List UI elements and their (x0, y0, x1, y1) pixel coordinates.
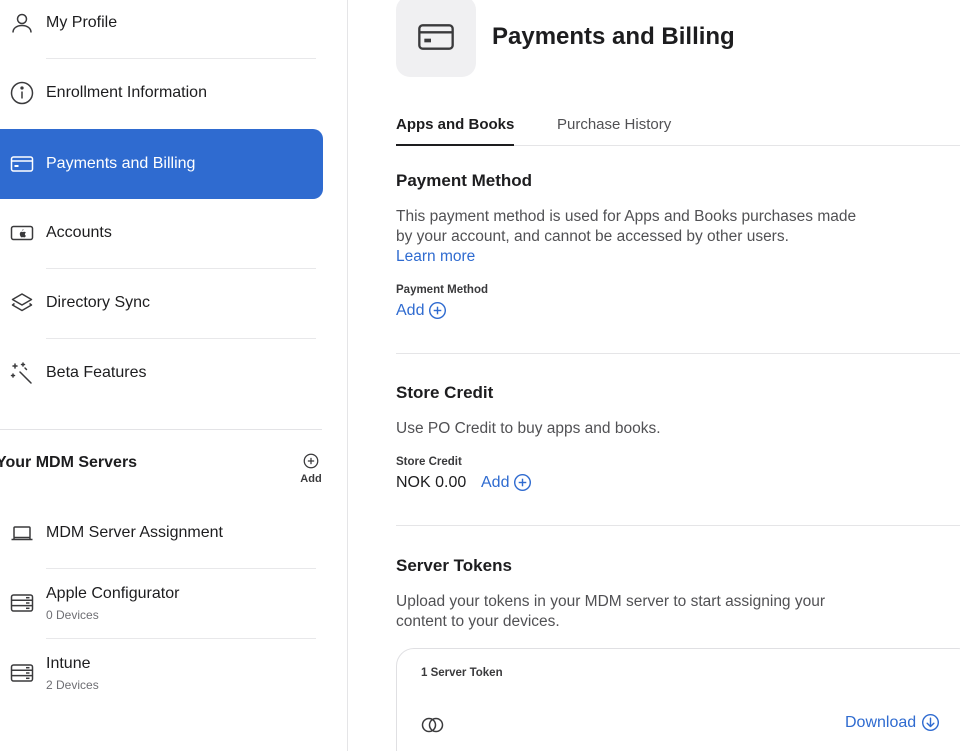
sidebar-item-payments-and-billing[interactable]: Payments and Billing (0, 129, 323, 199)
server-icon (9, 660, 35, 686)
server-tokens-description: Upload your tokens in your MDM server to… (396, 593, 826, 630)
sidebar-item-beta-features[interactable]: Beta Features (0, 338, 323, 408)
sidebar-item-enrollment-information[interactable]: Enrollment Information (0, 58, 323, 128)
sidebar-item-mdm-server-assignment[interactable]: MDM Server Assignment (0, 498, 323, 568)
plus-circle-icon (429, 301, 447, 320)
page-title: Payments and Billing (492, 23, 735, 50)
sidebar-item-accounts[interactable]: Accounts (0, 198, 323, 268)
description-text: This payment method is used for Apps and… (396, 208, 857, 245)
sidebar-item-label: MDM Server Assignment (46, 524, 223, 541)
sidebar-item-label: Accounts (46, 224, 112, 241)
download-label: Download (845, 713, 917, 731)
laptop-icon (9, 520, 35, 546)
server-tokens-heading: Server Tokens (396, 556, 512, 575)
sidebar-item-intune[interactable]: Intune 2 Devices (0, 638, 323, 708)
add-payment-method-button[interactable]: Add (396, 301, 447, 320)
device-count: 0 Devices (46, 608, 99, 622)
server-token-card: 1 Server Token Download (396, 648, 960, 751)
main-content: Payments and Billing Apps and Books Purc… (348, 0, 960, 751)
store-credit-heading: Store Credit (396, 383, 494, 402)
info-icon (9, 80, 35, 106)
sidebar-item-label: Beta Features (46, 364, 147, 381)
add-label: Add (396, 301, 425, 319)
sidebar-item-apple-configurator[interactable]: Apple Configurator 0 Devices (0, 568, 323, 638)
device-count: 2 Devices (46, 678, 99, 692)
sidebar-item-label: Directory Sync (46, 294, 151, 311)
sidebar-item-my-profile[interactable]: My Profile (0, 0, 323, 58)
tab-bar: Apps and Books Purchase History (396, 106, 960, 146)
add-label: Add (481, 473, 510, 491)
add-server-label: Add (300, 473, 322, 485)
server-icon (9, 590, 35, 616)
sidebar: My Profile Enrollment Information Paymen… (0, 0, 348, 751)
magic-wand-icon (9, 360, 35, 386)
add-server-button[interactable]: Add (296, 452, 326, 485)
learn-more-link[interactable]: Learn more (396, 248, 475, 265)
person-icon (9, 10, 35, 36)
store-credit-amount: NOK 0.00 (396, 474, 467, 491)
tab-apps-and-books[interactable]: Apps and Books (396, 116, 515, 146)
download-token-button[interactable]: Download (845, 713, 940, 732)
credit-card-icon (396, 0, 476, 77)
sidebar-item-label: My Profile (46, 14, 118, 31)
store-credit-description: Use PO Credit to buy apps and books. (396, 420, 661, 437)
payment-method-field-label: Payment Method (396, 284, 489, 296)
sidebar-item-label: Payments and Billing (46, 155, 196, 172)
payment-method-heading: Payment Method (396, 171, 533, 190)
sidebar-item-label: Enrollment Information (46, 84, 207, 101)
payment-method-description: This payment method is used for Apps and… (396, 207, 876, 267)
plus-circle-icon (303, 453, 319, 469)
mdm-servers-title: Your MDM Servers (0, 454, 138, 471)
plus-circle-icon (514, 473, 532, 492)
credit-card-icon (9, 151, 35, 177)
apple-card-icon (9, 220, 35, 246)
server-token-count: 1 Server Token (421, 667, 503, 679)
section-divider (0, 429, 322, 430)
section-divider (396, 525, 960, 526)
store-credit-field-label: Store Credit (396, 456, 462, 468)
add-store-credit-button[interactable]: Add (481, 473, 532, 492)
download-circle-icon (922, 713, 940, 732)
sidebar-item-label: Apple Configurator (46, 585, 180, 602)
sidebar-item-directory-sync[interactable]: Directory Sync (0, 268, 323, 338)
section-divider (396, 353, 960, 354)
layers-icon (9, 290, 35, 316)
toggle-icon[interactable] (421, 716, 445, 734)
sidebar-item-label: Intune (46, 655, 91, 672)
tab-purchase-history[interactable]: Purchase History (557, 116, 671, 146)
